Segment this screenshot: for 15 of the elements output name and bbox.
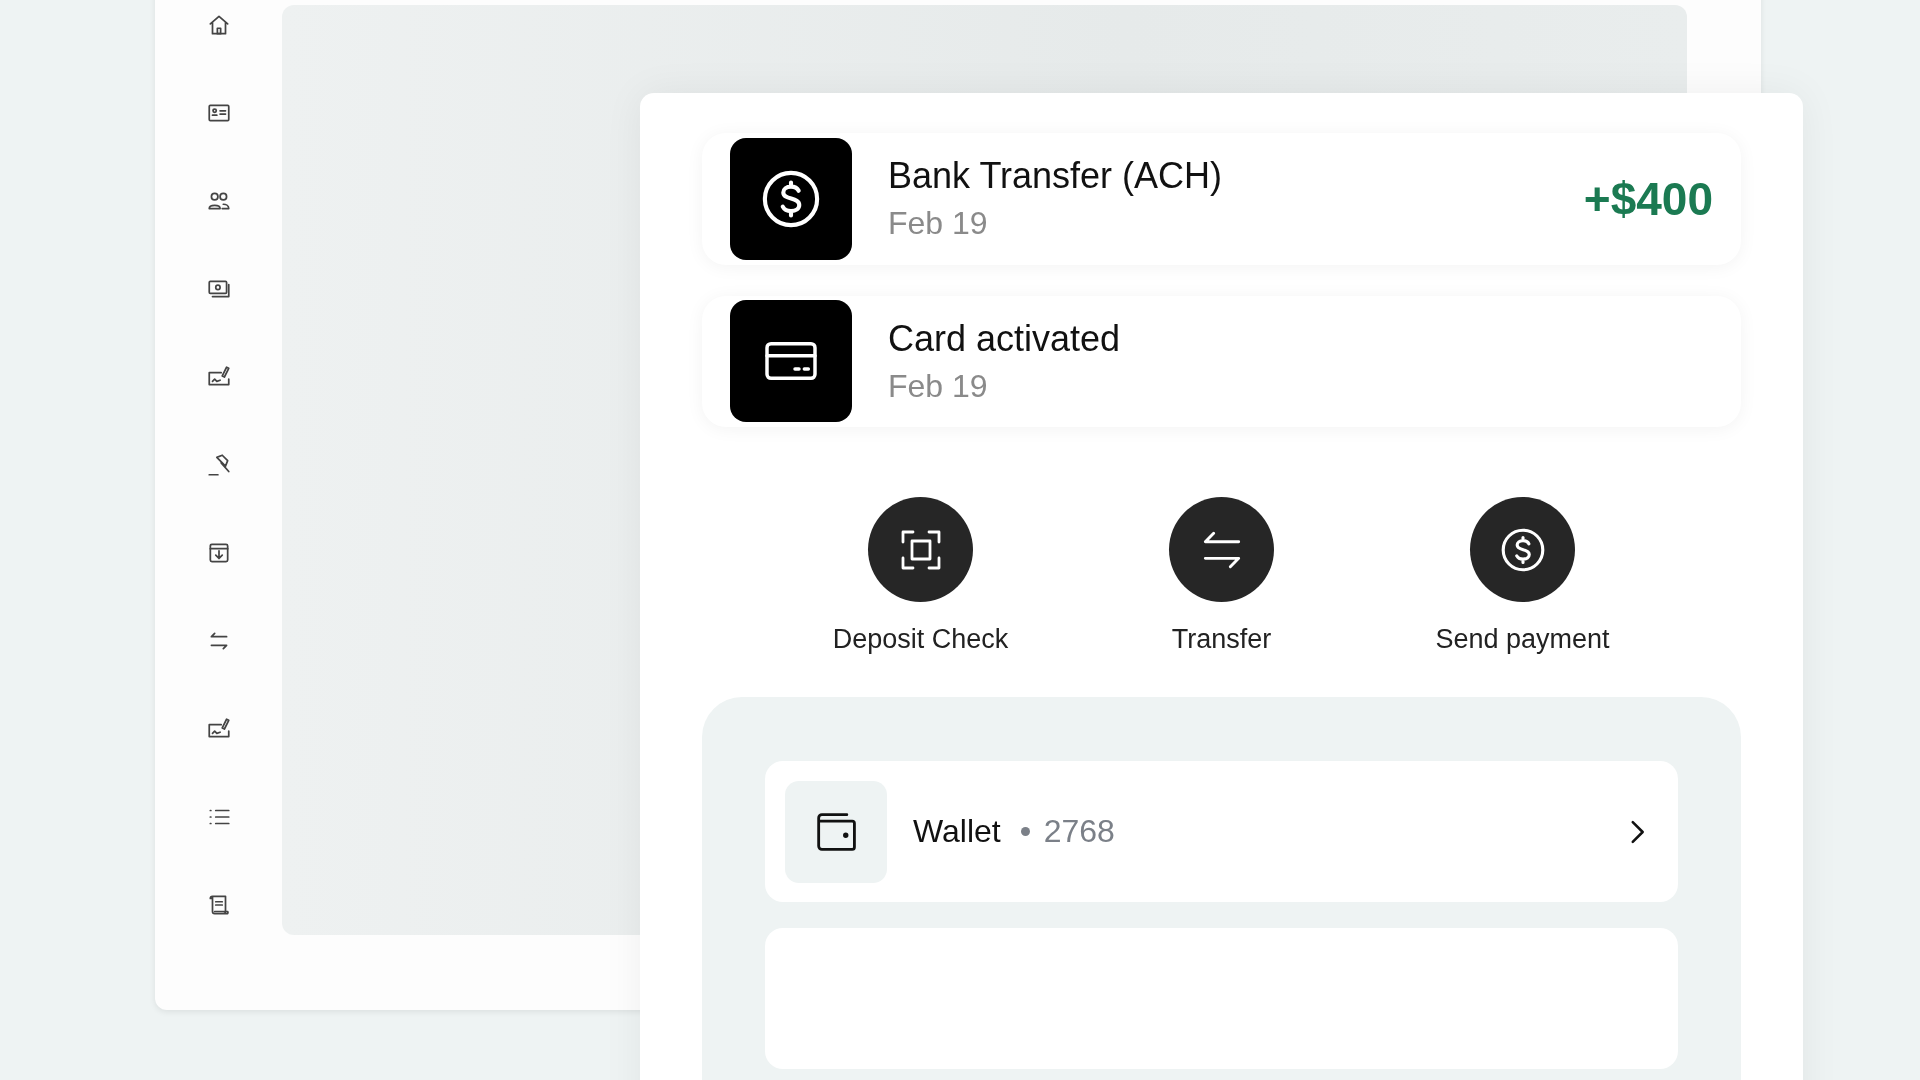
activity-card[interactable]: Bank Transfer (ACH) Feb 19 +$400 [702,133,1741,265]
account-row[interactable]: Wallet 2768 [765,761,1678,902]
action-label: Deposit Check [832,624,1009,655]
gavel-icon[interactable] [205,452,232,478]
separator-dot [1020,827,1030,836]
activity-amount: +$400 [1583,171,1713,226]
action-label: Transfer [1171,624,1272,655]
action-label: Send payment [1435,624,1610,655]
account-number: 2768 [1043,813,1116,850]
account-name: Wallet [913,813,1001,850]
activity-card[interactable]: Card activated Feb 19 [702,295,1741,427]
activity-title: Card activated [888,317,1122,360]
activity-date: Feb 19 [888,205,989,243]
activity-title: Bank Transfer (ACH) [888,155,1224,198]
activity-date: Feb 19 [888,367,989,405]
